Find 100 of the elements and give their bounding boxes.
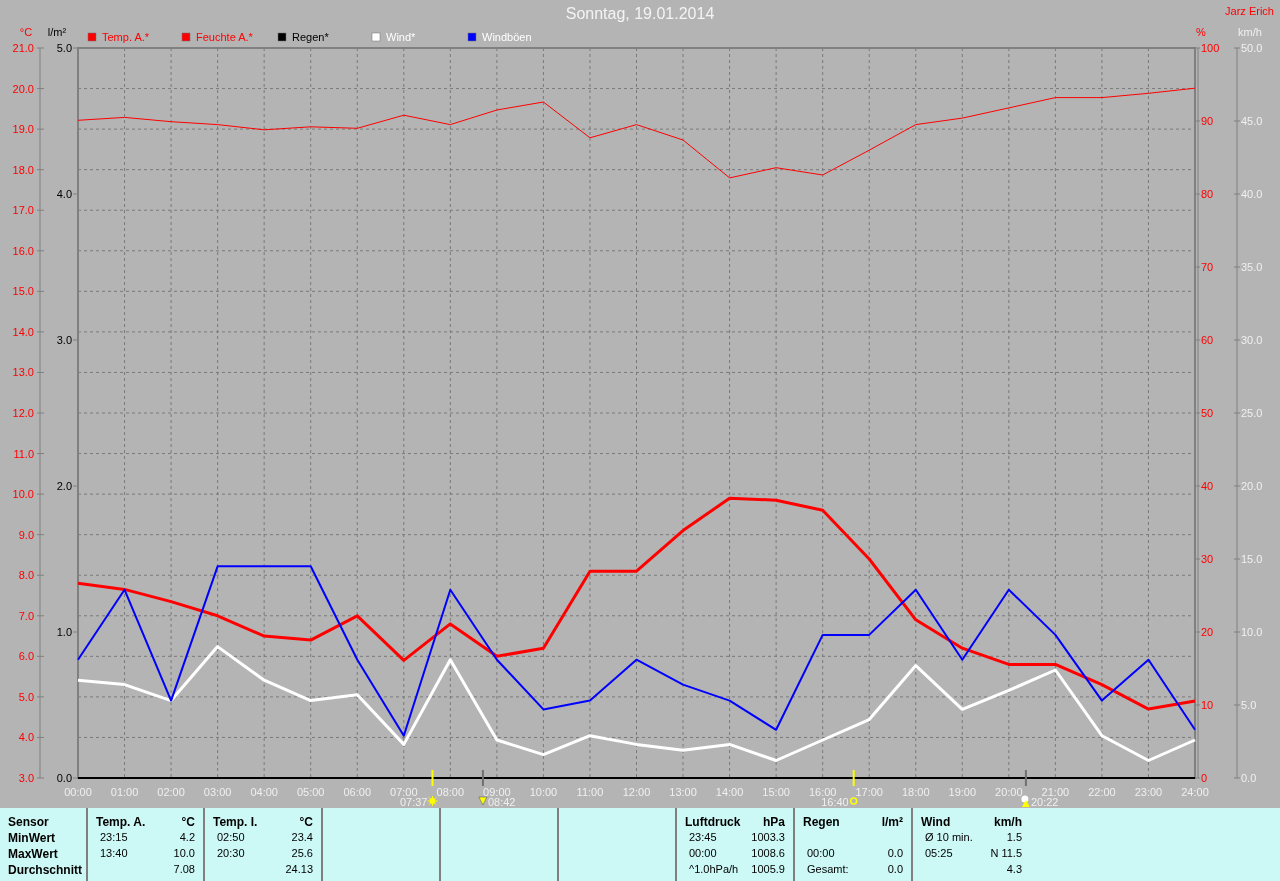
event-time: 16:40 [821,796,849,808]
axis-tick-label: 30.0 [1241,334,1263,346]
axis-tick-label: 30 [1201,553,1214,565]
table-cell-text: 23.4 [290,831,313,845]
legend-label: Wind* [386,31,416,43]
axis-tick-label: 4.0 [56,188,72,200]
row-label: MinWert [8,831,57,847]
table-cell-text: 00:00 [688,847,718,861]
axis-tick-label: 20.0 [1241,480,1263,492]
table-cell-text: 20:30 [216,847,246,861]
axis-tick-label: 15.0 [12,285,34,298]
event-time: 08:42 [487,796,516,808]
axis-tick-label: 2.0 [56,480,72,492]
column-title: Temp. A. [96,815,147,831]
table-cell-text: 02:50 [216,831,246,845]
axis-unit: °C [19,26,33,38]
axis-tick-label: 05:00 [296,786,325,798]
author-label: Jarz Erich [1225,4,1275,17]
legend-label: Windböen [482,31,532,43]
table-cell-text: 05:25 [924,847,954,861]
axis-tick-label: 40.0 [1241,188,1263,200]
row-label: MaxWert [8,847,59,863]
axis-tick-label: 3.0 [56,334,72,346]
axis-tick-label: 50 [1201,407,1214,419]
row-label: Durchschnitt [8,863,82,879]
table-cell-text: ^1.0hPa/h [688,863,740,877]
axis-tick-label: 0.0 [1241,772,1257,784]
event-time: 07:37 [399,796,428,808]
event-time: 20:22 [1030,796,1059,808]
axis-tick-label: 40 [1201,480,1214,492]
column-title: Temp. I. [213,815,259,831]
legend-label: Feuchte A.* [196,31,253,43]
axis-tick-label: 3.0 [18,772,34,784]
axis-tick-label: 0 [1201,772,1208,784]
legend-label: Regen* [292,31,329,43]
axis-tick-label: 5.0 [18,690,34,703]
axis-tick-label: 5.0 [56,42,72,54]
axis-tick-label: 45.0 [1241,115,1263,127]
axis-tick-label: 15:00 [762,786,790,798]
axis-tick-label: 21:00 [1041,786,1070,798]
axis-tick-label: 15.0 [1241,553,1263,565]
axis-tick-label: 50.0 [1241,42,1263,54]
axis-tick-label: 13.0 [12,366,34,379]
axis-tick-label: 60 [1201,334,1214,346]
column-unit: km/h [993,815,1022,831]
axis-tick-label: 07:00 [390,786,418,798]
table-cell-text: 23:15 [99,831,129,845]
table-cell-text: 0.0 [886,863,903,877]
axis-tick-label: 02:00 [157,786,185,798]
table-cell-text: 1003.3 [751,831,785,845]
axis-tick-label: 8.0 [18,569,34,582]
moon-icon [1021,795,1030,807]
axis-tick-label: 80 [1201,188,1214,200]
column-title: Wind [921,815,952,831]
axis-tick-label: 00:00 [64,786,92,798]
axis-tick-label: 18.0 [12,163,34,176]
chart-title: Sonntag, 19.01.2014 [565,4,715,23]
axis-tick-label: 12.0 [12,407,34,419]
table-cell-text: 4.2 [178,831,195,845]
column-unit: hPa [762,815,785,831]
axis-tick-label: 20:00 [995,786,1023,798]
table-cell-text: 24.13 [285,863,313,877]
axis-tick-label: 12:00 [622,786,651,798]
column-unit: l/m² [881,815,903,831]
axis-tick-label: 16.0 [12,244,34,257]
table-cell-text: Gesamt: [806,863,850,877]
axis-tick-label: 09:00 [483,786,511,798]
axis-tick-label: 08:00 [436,786,465,798]
axis-tick-label: 04:00 [250,786,278,798]
table-cell-text: 0.0 [886,847,903,861]
axis-tick-label: 1.0 [56,626,72,638]
axis-unit: % [1196,26,1206,38]
column-unit: °C [298,815,313,831]
table-cell-text: 1005.9 [751,863,785,877]
axis-tick-label: 4.0 [18,731,34,744]
moon-icon [478,796,488,806]
axis-tick-label: 24:00 [1181,786,1209,798]
axis-tick-label: 100 [1201,42,1220,54]
table-cell-text: 1.5 [1005,831,1022,845]
column-title: Regen [803,815,841,831]
axis-tick-label: 10:00 [529,786,558,798]
table-cell-text: N 11.5 [990,847,1022,861]
axis-tick-label: 14.0 [12,325,34,338]
axis-tick-label: 20.0 [12,82,34,95]
table-cell-text: 23:45 [688,831,718,845]
axis-tick-label: 20 [1201,626,1214,638]
axis-tick-label: 03:00 [203,786,232,798]
axis-tick-label: 90 [1201,115,1214,127]
axis-tick-label: 14:00 [715,786,744,798]
axis-tick-label: 18:00 [902,786,930,798]
axis-tick-label: 11:00 [576,786,604,798]
axis-tick-label: 01:00 [110,786,139,798]
table-cell-text: 4.3 [1005,863,1022,877]
axis-tick-label: 13:00 [669,786,697,798]
axis-tick-label: 16:00 [808,786,837,798]
axis-tick-label: 21.0 [12,42,34,54]
axis-tick-label: 17:00 [855,786,883,798]
axis-tick-label: 22:00 [1088,786,1116,798]
table-cell-text: 00:00 [806,847,836,861]
axis-tick-label: 7.0 [18,609,34,622]
